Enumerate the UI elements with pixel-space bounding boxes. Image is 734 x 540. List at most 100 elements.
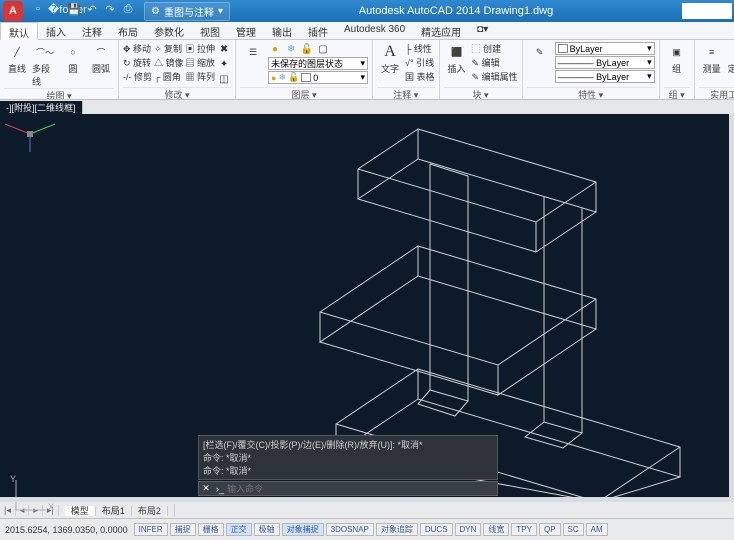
layout-tab[interactable]: 布局2 xyxy=(132,506,168,516)
status-toggle-正交[interactable]: 正交 xyxy=(226,523,252,536)
command-input[interactable] xyxy=(227,484,497,494)
status-toggle-捕捉[interactable]: 捕捉 xyxy=(170,523,196,536)
edit-block-button[interactable]: ✎ 编辑 xyxy=(472,56,518,69)
save-icon[interactable]: 💾 xyxy=(66,3,82,19)
modify-tool[interactable]: ✥ 移动 xyxy=(123,42,152,55)
panel-label[interactable]: 块 ▾ xyxy=(444,87,518,99)
status-toggle-DUCS[interactable]: DUCS xyxy=(420,523,453,536)
insert-button[interactable]: ⬛插入 xyxy=(444,42,470,75)
close-icon[interactable]: ✕ xyxy=(199,483,213,494)
layout-tab[interactable]: 布局1 xyxy=(96,506,132,516)
panel-label[interactable]: 实用工具 ▾ xyxy=(699,87,734,99)
explode-icon[interactable]: ✦ xyxy=(217,57,231,71)
ribbon-tab[interactable]: 参数化 xyxy=(146,22,192,39)
panel-label[interactable]: 注释 ▾ xyxy=(377,87,435,99)
scrollbar-vertical[interactable] xyxy=(729,114,734,497)
chevron-down-icon: ▾ xyxy=(218,6,223,17)
divide-button[interactable]: ⊟定距等分 xyxy=(727,42,734,75)
leader-button[interactable]: √° 引线 xyxy=(405,56,435,69)
text-button[interactable]: A文字 xyxy=(377,42,403,75)
ribbon-tab[interactable]: 输出 xyxy=(264,22,300,39)
status-toggle-INFER[interactable]: INFER xyxy=(134,523,168,536)
ribbon-tab[interactable]: ◘▾ xyxy=(469,22,496,39)
app-logo[interactable]: A xyxy=(3,1,23,21)
panel-label[interactable]: 绘图 ▾ xyxy=(4,88,114,100)
linetype-dropdown[interactable]: ———— ByLayer▾ xyxy=(555,70,655,83)
create-block-button[interactable]: ⬚ 创建 xyxy=(472,42,518,55)
ribbon-tab[interactable]: 管理 xyxy=(228,22,264,39)
draw-tool-圆弧[interactable]: ⌒圆弧 xyxy=(88,42,114,75)
chevron-down-icon: ▾ xyxy=(361,58,366,69)
layer-current-dropdown[interactable]: ●❄🔓0▾ xyxy=(268,71,368,84)
ribbon-tab[interactable]: Autodesk 360 xyxy=(336,22,413,39)
modify-tool[interactable]: △ 镜像 xyxy=(154,56,184,69)
modify-tool[interactable]: ▣ 拉伸 xyxy=(186,42,216,55)
print-icon[interactable]: ⎙ xyxy=(120,3,136,19)
modify-tool[interactable]: ┌ 圆角 xyxy=(154,70,184,83)
drawing-canvas[interactable]: Y X [栏选(F)/覆交(C)/投影(P)/边(E)/删除(R)/放弃(U)]… xyxy=(0,114,734,502)
status-toggle-栅格[interactable]: 栅格 xyxy=(198,523,224,536)
draw-tool-多段线[interactable]: ⌒～多段线 xyxy=(32,42,58,88)
color-swatch[interactable]: ▢ xyxy=(316,42,330,56)
status-toggle-DYN[interactable]: DYN xyxy=(455,523,482,536)
window-title: Autodesk AutoCAD 2014 Drawing1.dwg xyxy=(230,5,682,17)
status-toggle-QP[interactable]: QP xyxy=(539,523,561,536)
status-toggle-对象追踪[interactable]: 对象追踪 xyxy=(376,523,418,536)
redo-icon[interactable]: ↷ xyxy=(102,3,118,19)
view-gizmo[interactable] xyxy=(0,114,60,154)
draw-tool-直线[interactable]: ╱直线 xyxy=(4,42,30,75)
measure-button[interactable]: ≡测量 xyxy=(699,42,725,75)
lock-icon[interactable]: 🔓 xyxy=(300,42,314,56)
new-icon[interactable]: ▫ xyxy=(30,3,46,19)
modify-tool[interactable]: ▤ 缩放 xyxy=(186,56,216,69)
status-toggle-线宽[interactable]: 线宽 xyxy=(483,523,509,536)
layout-tab[interactable]: 模型 xyxy=(65,506,96,516)
panel-label[interactable]: 特性 ▾ xyxy=(527,87,655,99)
status-toggle-TPY[interactable]: TPY xyxy=(511,523,537,536)
status-toggle-AM[interactable]: AM xyxy=(586,523,608,536)
match-props-button[interactable]: ✎ xyxy=(527,42,553,62)
modify-tool[interactable]: ✧ 复制 xyxy=(154,42,184,55)
scrollbar-horizontal[interactable] xyxy=(0,497,734,502)
open-icon[interactable]: �folder xyxy=(48,3,64,19)
linear-dim-button[interactable]: ├ 线性 xyxy=(405,42,435,55)
freeze-icon[interactable]: ❄ xyxy=(284,42,298,56)
offset-icon[interactable]: ◫ xyxy=(217,72,231,86)
modify-tool[interactable]: ▦ 阵列 xyxy=(186,70,216,83)
chevron-icon[interactable]: ›_ xyxy=(213,484,227,494)
ribbon-tab[interactable]: 插件 xyxy=(300,22,336,39)
panel-annotation: A文字 ├ 线性 √° 引线 囯 表格 注释 ▾ xyxy=(373,40,440,99)
status-toggle-对象捕捉[interactable]: 对象捕捉 xyxy=(282,523,324,536)
title-bar: A ▫ �folder 💾 ↶ ↷ ⎙ ⚙ 重图与注释 ▾ Autodesk A… xyxy=(0,0,734,22)
ribbon-tab[interactable]: 注释 xyxy=(74,22,110,39)
modify-tool[interactable]: -/- 修剪 xyxy=(123,70,152,83)
ribbon-tab[interactable]: 布局 xyxy=(110,22,146,39)
undo-icon[interactable]: ↶ xyxy=(84,3,100,19)
edit-attr-button[interactable]: ✎ 编辑属性 xyxy=(472,70,518,83)
command-line[interactable]: ✕ ›_ xyxy=(198,481,498,496)
layer-state-dropdown[interactable]: 未保存的图层状态▾ xyxy=(268,57,368,70)
panel-label[interactable]: 组 ▾ xyxy=(664,87,690,99)
workspace-dropdown[interactable]: ⚙ 重图与注释 ▾ xyxy=(144,2,230,21)
status-toggle-极轴[interactable]: 极轴 xyxy=(254,523,280,536)
lineweight-dropdown[interactable]: ———— ByLayer▾ xyxy=(555,56,655,69)
draw-tool-圆[interactable]: ○圆 xyxy=(60,42,86,75)
status-toggle-SC[interactable]: SC xyxy=(563,523,584,536)
modify-tool[interactable]: ↻ 旋转 xyxy=(123,56,152,69)
doc-tab[interactable]: -][附投][二维线框] xyxy=(0,101,83,114)
ribbon-tab[interactable]: 精选应用 xyxy=(413,22,469,39)
ribbon: ╱直线⌒～多段线○圆⌒圆弧 绘图 ▾ ✥ 移动↻ 旋转-/- 修剪 ✧ 复制△ 镜… xyxy=(0,40,734,100)
erase-icon[interactable]: ✖ xyxy=(217,42,231,56)
ribbon-tab[interactable]: 默认 xyxy=(0,22,38,40)
table-button[interactable]: 囯 表格 xyxy=(405,70,435,83)
ribbon-tab[interactable]: 插入 xyxy=(38,22,74,39)
ribbon-tab[interactable]: 视图 xyxy=(192,22,228,39)
panel-label[interactable]: 图层 ▾ xyxy=(240,87,368,99)
color-dropdown[interactable]: ByLayer▾ xyxy=(555,42,655,55)
layer-props-button[interactable]: ☰ xyxy=(240,42,266,62)
panel-label[interactable]: 修改 ▾ xyxy=(123,87,231,99)
status-toggle-3DOSNAP[interactable]: 3DOSNAP xyxy=(326,523,374,536)
group-button[interactable]: ▣组 xyxy=(664,42,690,75)
bulb-icon[interactable]: ● xyxy=(268,42,282,56)
help-search[interactable] xyxy=(682,3,732,19)
